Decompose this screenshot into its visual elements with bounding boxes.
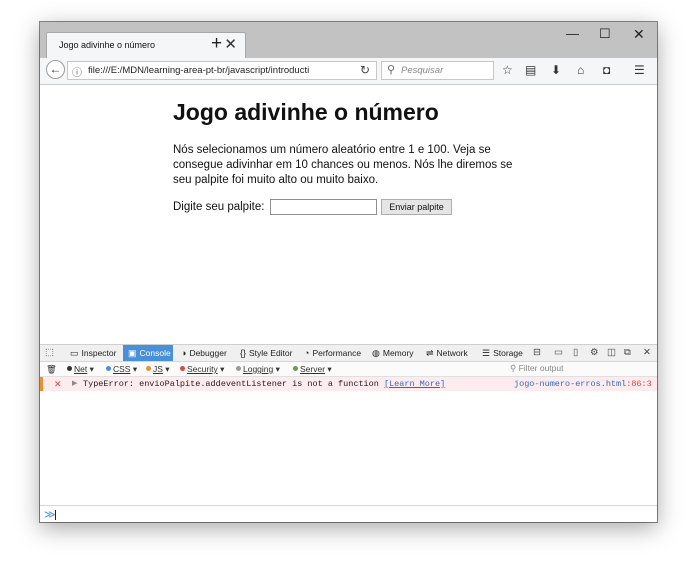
new-tab-icon[interactable]: + [211, 34, 222, 54]
tab-network[interactable]: ⇌ Network [426, 345, 474, 361]
filter-js[interactable]: JS ▾ [146, 362, 170, 376]
home-icon[interactable]: ⌂ [577, 62, 584, 78]
css-dot [106, 366, 111, 371]
performance-icon: ◔ [304, 348, 310, 358]
responsive-design-icon[interactable]: ⊟ [533, 345, 541, 361]
console-filter-bar: 🗑 Net ▾ CSS ▾ JS ▾ Security ▾ Logging ▾ … [40, 362, 657, 377]
console-icon: ▣ [128, 348, 137, 358]
search-placeholder: Pesquisar [401, 65, 444, 76]
error-source-link[interactable]: jogo-numero-erros.html:86:3 [514, 377, 652, 391]
prompt-icon: ≫ [44, 509, 56, 521]
frame-select-icon[interactable]: ▯ [573, 345, 578, 361]
filter-server[interactable]: Server ▾ [293, 362, 332, 376]
text-caret [55, 510, 56, 520]
clear-console-icon[interactable]: 🗑 [46, 362, 57, 376]
tab-title: Jogo adivinhe o número [59, 40, 156, 50]
tab-debugger[interactable]: ◑ Debugger [181, 345, 233, 361]
server-dot [293, 366, 298, 371]
console-input[interactable]: ≫ [40, 505, 657, 522]
devtools-tabbar: ⬚ ▭ Inspector ▣ Console ◑ Debugger {} Style … [40, 345, 657, 362]
browser-window: Jogo adivinhe o número ✕ + — ☐ ✕ ← ⓘ fil… [40, 22, 657, 522]
dock-side-icon[interactable]: ◫ [607, 345, 616, 361]
inspector-icon: ▭ [70, 348, 79, 358]
search-input[interactable]: ⚲ Pesquisar [381, 61, 494, 80]
tab-console[interactable]: ▣ Console [123, 345, 173, 361]
pocket-icon[interactable]: ◘ [603, 62, 610, 78]
security-dot [180, 366, 185, 371]
tab-close-icon[interactable]: ✕ [224, 36, 237, 54]
filter-output-input[interactable]: ⚲ Filter output [510, 362, 653, 375]
debugger-icon: ◑ [181, 348, 187, 358]
url-text: file:///E:/MDN/learning-area-pt-br/javas… [88, 65, 310, 76]
tab-storage[interactable]: ☰ Storage [482, 345, 526, 361]
separate-window-icon[interactable]: ⧉ [624, 345, 631, 361]
tab-memory[interactable]: ◍ Memory [372, 345, 420, 361]
download-icon[interactable]: ⬇ [551, 62, 561, 78]
submit-guess-button[interactable]: Enviar palpite [381, 199, 452, 215]
instructions-paragraph: Nós selecionamos um número aleatório ent… [173, 144, 513, 186]
tab-style-editor[interactable]: {} Style Editor [240, 345, 298, 361]
tab-performance[interactable]: ◔ Performance [304, 345, 366, 361]
filter-net[interactable]: Net ▾ [67, 362, 94, 376]
network-icon: ⇌ [426, 348, 434, 358]
url-bar[interactable]: ⓘ file:///E:/MDN/learning-area-pt-br/jav… [67, 61, 377, 80]
guess-input[interactable] [270, 199, 377, 215]
settings-icon[interactable]: ⚙ [590, 345, 599, 361]
js-dot [146, 366, 151, 371]
page-title: Jogo adivinhe o número [173, 99, 439, 125]
memory-icon: ◍ [372, 348, 380, 358]
expand-arrow-icon[interactable]: ▶ [72, 377, 77, 391]
error-message: TypeError: envioPalpite.addeventListener… [83, 379, 446, 389]
star-icon[interactable]: ☆ [502, 62, 513, 78]
title-bar: Jogo adivinhe o número ✕ + — ☐ ✕ [40, 22, 657, 58]
search-icon: ⚲ [387, 64, 396, 76]
error-icon: ✕ [54, 379, 62, 389]
learn-more-link[interactable]: [Learn More] [384, 379, 445, 389]
guess-label: Digite seu palpite: [173, 201, 265, 213]
filter-logging[interactable]: Logging ▾ [236, 362, 280, 376]
minimize-icon[interactable]: — [566, 26, 579, 42]
style-editor-icon: {} [240, 348, 247, 358]
page-content: Jogo adivinhe o número Nós selecionamos … [40, 85, 657, 344]
tab-inspector[interactable]: ▭ Inspector [70, 345, 120, 361]
back-icon[interactable]: ← [46, 60, 65, 79]
reload-icon[interactable]: ↻ [360, 63, 370, 77]
navigation-toolbar: ← ⓘ file:///E:/MDN/learning-area-pt-br/j… [40, 58, 657, 85]
scratchpad-icon[interactable]: ▭ [554, 345, 563, 361]
console-error-row[interactable]: ✕ ▶ TypeError: envioPalpite.addeventList… [40, 377, 657, 391]
storage-icon: ☰ [482, 348, 491, 358]
logging-dot [236, 366, 241, 371]
close-devtools-icon[interactable]: ✕ [643, 345, 651, 361]
info-icon[interactable]: ⓘ [72, 64, 82, 79]
pick-element-icon[interactable]: ⬚ [45, 345, 54, 361]
filter-security[interactable]: Security ▾ [180, 362, 224, 376]
menu-icon[interactable]: ☰ [634, 62, 645, 78]
filter-css[interactable]: CSS ▾ [106, 362, 137, 376]
filter-icon: ⚲ [510, 363, 519, 373]
devtools-panel: ⬚ ▭ Inspector ▣ Console ◑ Debugger {} Style … [40, 344, 657, 522]
close-window-icon[interactable]: ✕ [633, 26, 645, 42]
maximize-icon[interactable]: ☐ [599, 26, 611, 42]
net-dot [67, 366, 72, 371]
reading-list-icon[interactable]: ▤ [525, 62, 536, 78]
